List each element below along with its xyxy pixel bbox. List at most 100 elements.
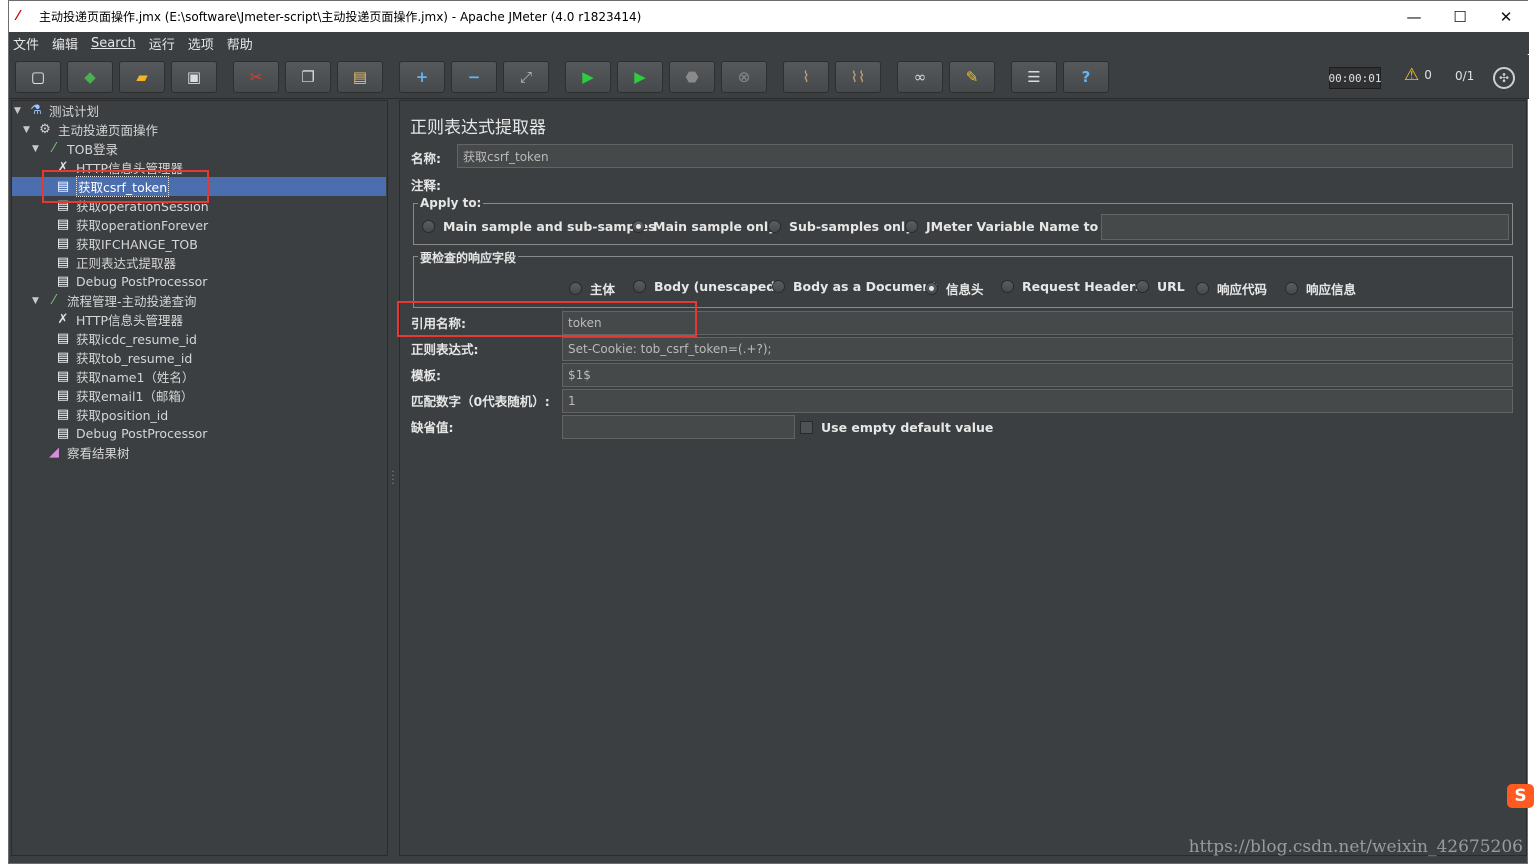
jmeter-variable-field[interactable]: [1101, 214, 1509, 240]
tools-icon: ✗: [57, 312, 69, 327]
name-field[interactable]: 获取csrf_token: [457, 144, 1513, 168]
document-icon: ▤: [56, 350, 70, 365]
radio-sub-only[interactable]: Sub-samples only: [768, 219, 913, 234]
stop-icon: ⬣: [685, 67, 699, 86]
toggle-button[interactable]: ⤢: [503, 61, 549, 93]
radio-response-message[interactable]: 响应信息: [1285, 279, 1356, 298]
minimize-button[interactable]: —: [1391, 1, 1437, 32]
highlight-box: [42, 170, 209, 203]
tree-node[interactable]: ▤ 获取tob_resume_id: [41, 348, 192, 367]
function-helper-button[interactable]: ☰: [1011, 61, 1057, 93]
menu-search[interactable]: Search: [91, 36, 136, 51]
menu-help[interactable]: 帮助: [227, 34, 253, 53]
radio-headers[interactable]: 信息头: [925, 279, 984, 298]
radio-icon: [422, 220, 435, 233]
ref-name-field[interactable]: token: [562, 311, 1513, 335]
tree-node[interactable]: ✗ HTTP信息头管理器: [41, 310, 183, 329]
broom-icon: ⌇: [802, 67, 810, 86]
collapse-toggle-icon[interactable]: ▼: [32, 144, 44, 154]
radio-request-headers[interactable]: Request Headers: [1001, 279, 1143, 294]
tree-node[interactable]: ▼ ⚙ 主动投递页面操作: [23, 120, 158, 139]
tree-node[interactable]: ▤ Debug PostProcessor: [41, 272, 208, 291]
warning-count: 0: [1424, 68, 1432, 82]
open-button[interactable]: ▰: [119, 61, 165, 93]
menu-run[interactable]: 运行: [149, 34, 175, 53]
maximize-button[interactable]: ☐: [1437, 1, 1483, 32]
templates-button[interactable]: ◆: [67, 61, 113, 93]
tree-node[interactable]: ▤ 获取name1（姓名）: [41, 367, 195, 386]
close-button[interactable]: ✕: [1483, 1, 1529, 32]
template-field[interactable]: $1$: [562, 363, 1513, 387]
collapse-toggle-icon[interactable]: ▼: [32, 296, 44, 306]
paste-button[interactable]: ▤: [337, 61, 383, 93]
radio-icon: [1136, 280, 1149, 293]
tree-node[interactable]: ▼ ⁄ 流程管理-主动投递查询: [32, 291, 197, 310]
menu-bar: 文件 编辑 Search 运行 选项 帮助: [9, 32, 1529, 54]
default-value-label: 缺省值:: [411, 420, 454, 435]
reset-search-button[interactable]: ✎: [949, 61, 995, 93]
radio-body[interactable]: 主体: [569, 279, 615, 298]
radio-main-only[interactable]: Main sample only: [632, 219, 776, 234]
tree-node[interactable]: ▤ 获取email1（邮箱）: [41, 386, 194, 405]
checkbox-icon: [800, 421, 813, 434]
tree-node[interactable]: ▤ Debug PostProcessor: [41, 424, 208, 443]
help-button[interactable]: ?: [1063, 61, 1109, 93]
start-button[interactable]: ▶: [565, 61, 611, 93]
start-no-pause-button[interactable]: ▶: [617, 61, 663, 93]
template-label: 模板:: [411, 368, 441, 383]
active-threads: 0/1: [1455, 69, 1475, 83]
play-icon: ▶: [582, 67, 594, 86]
cut-button[interactable]: ✂: [233, 61, 279, 93]
tree-node[interactable]: ▤ 获取icdc_resume_id: [41, 329, 197, 348]
document-icon: ▤: [56, 217, 70, 232]
copy-button[interactable]: ❐: [285, 61, 331, 93]
collapse-button[interactable]: −: [451, 61, 497, 93]
plus-icon: +: [415, 67, 429, 86]
splitter-handle[interactable]: · · · ·: [390, 468, 396, 490]
use-empty-default-checkbox[interactable]: Use empty default value: [800, 420, 993, 435]
collapse-toggle-icon[interactable]: ▼: [14, 106, 26, 116]
warning-indicator[interactable]: ⚠ 0: [1404, 65, 1432, 85]
tree-node[interactable]: ▤ 获取IFCHANGE_TOB: [41, 234, 198, 253]
radio-icon: [1285, 282, 1298, 295]
expand-button[interactable]: +: [399, 61, 445, 93]
menu-options[interactable]: 选项: [188, 34, 214, 53]
tree-node[interactable]: ◢ 察看结果树: [32, 443, 130, 462]
radio-main-and-sub[interactable]: Main sample and sub-samples: [422, 219, 656, 234]
new-button[interactable]: ▢: [15, 61, 61, 93]
play-no-timers-icon: ▶: [634, 67, 646, 86]
tree-node[interactable]: ▼ ⁄ TOB登录: [32, 139, 118, 158]
toggle-icon: ⤢: [519, 67, 532, 86]
tree-node[interactable]: ▤ 获取position_id: [41, 405, 168, 424]
shutdown-button[interactable]: ⊗: [721, 61, 767, 93]
remote-icon[interactable]: ✣: [1493, 67, 1515, 89]
jmeter-window: ⁄ 主动投递页面操作.jmx (E:\software\Jmeter-scrip…: [8, 0, 1529, 864]
comment-field[interactable]: [451, 173, 1513, 193]
collapse-toggle-icon[interactable]: ▼: [23, 125, 35, 135]
menu-edit[interactable]: 编辑: [52, 34, 78, 53]
stop-button[interactable]: ⬣: [669, 61, 715, 93]
radio-url[interactable]: URL: [1136, 279, 1185, 294]
document-icon: ▤: [56, 426, 70, 441]
binoculars-icon: ∞: [913, 67, 927, 86]
regex-label: 正则表达式:: [411, 342, 479, 357]
tree-node[interactable]: ▤ 正则表达式提取器: [41, 253, 176, 272]
clear-all-button[interactable]: ⌇⌇: [835, 61, 881, 93]
clear-button[interactable]: ⌇: [783, 61, 829, 93]
tree-node[interactable]: ▼ ⚗ 测试计划: [14, 101, 99, 120]
default-value-field[interactable]: [562, 415, 795, 439]
radio-icon: [1196, 282, 1209, 295]
shutdown-icon: ⊗: [737, 67, 751, 86]
menu-file[interactable]: 文件: [13, 34, 39, 53]
sogou-ime-icon[interactable]: S: [1507, 784, 1534, 808]
open-folder-icon: ▰: [136, 67, 148, 86]
regex-field[interactable]: Set-Cookie: tob_csrf_token=(.+?);: [562, 337, 1513, 361]
search-button[interactable]: ∞: [897, 61, 943, 93]
tree-node[interactable]: ▤ 获取operationForever: [41, 215, 208, 234]
radio-jmeter-variable[interactable]: JMeter Variable Name to use: [905, 219, 1127, 234]
radio-response-code[interactable]: 响应代码: [1196, 279, 1267, 298]
match-no-field[interactable]: 1: [562, 389, 1513, 413]
radio-body-document[interactable]: Body as a Document: [772, 279, 937, 294]
radio-body-unescaped[interactable]: Body (unescaped): [633, 279, 781, 294]
save-button[interactable]: ▣: [171, 61, 217, 93]
